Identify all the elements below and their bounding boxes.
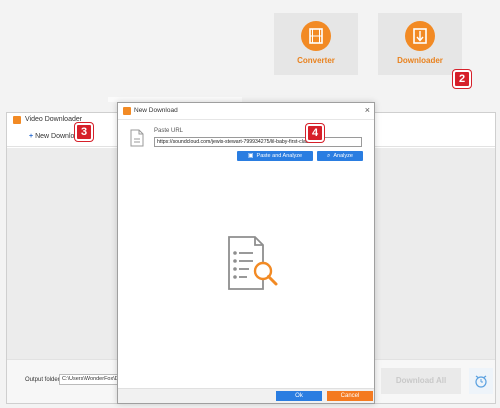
app-icon	[123, 107, 131, 115]
dialog-divider	[118, 119, 374, 120]
paste-url-label: Paste URL	[154, 128, 184, 134]
analyze-button[interactable]: ⌕ Analyze	[317, 151, 363, 161]
output-folder-field[interactable]: C:\Users\WonderFox\Docum	[59, 374, 121, 385]
new-download-dialog: New Download × Paste URL ▣Paste and Anal…	[117, 102, 375, 404]
ok-button[interactable]: Ok	[276, 391, 322, 401]
downloader-tile[interactable]: Downloader	[378, 13, 462, 75]
dialog-titlebar: New Download ×	[118, 103, 374, 118]
paste-and-analyze-button[interactable]: ▣ Paste and Analyze	[237, 151, 313, 161]
step-badge-2: 2	[453, 70, 471, 88]
step-badge-4: 4	[306, 124, 324, 142]
link-document-icon	[129, 129, 145, 147]
app-icon	[13, 116, 21, 124]
clipboard-icon: ▣	[247, 153, 254, 159]
output-folder-label: Output folder:	[25, 377, 62, 383]
url-input[interactable]	[154, 137, 362, 147]
alarm-clock-icon[interactable]	[469, 368, 493, 394]
paste-and-analyze-label: Paste and Analyze	[256, 153, 303, 159]
analyze-label: Analyze	[333, 153, 353, 159]
plus-icon: +	[29, 133, 34, 140]
dialog-title: New Download	[134, 107, 178, 114]
converter-label: Converter	[297, 56, 335, 65]
step-badge-3: 3	[75, 123, 93, 141]
close-icon[interactable]: ×	[365, 105, 370, 115]
film-icon	[301, 21, 331, 51]
dialog-footer: Ok Cancel	[118, 388, 374, 403]
converter-tile[interactable]: Converter	[274, 13, 358, 75]
download-all-button[interactable]: Download All	[381, 368, 461, 394]
downloader-label: Downloader	[397, 56, 443, 65]
cancel-button[interactable]: Cancel	[327, 391, 373, 401]
download-film-icon	[405, 21, 435, 51]
document-search-icon	[221, 235, 281, 293]
vd-title: Video Downloader	[25, 116, 83, 123]
search-icon: ⌕	[327, 153, 331, 159]
